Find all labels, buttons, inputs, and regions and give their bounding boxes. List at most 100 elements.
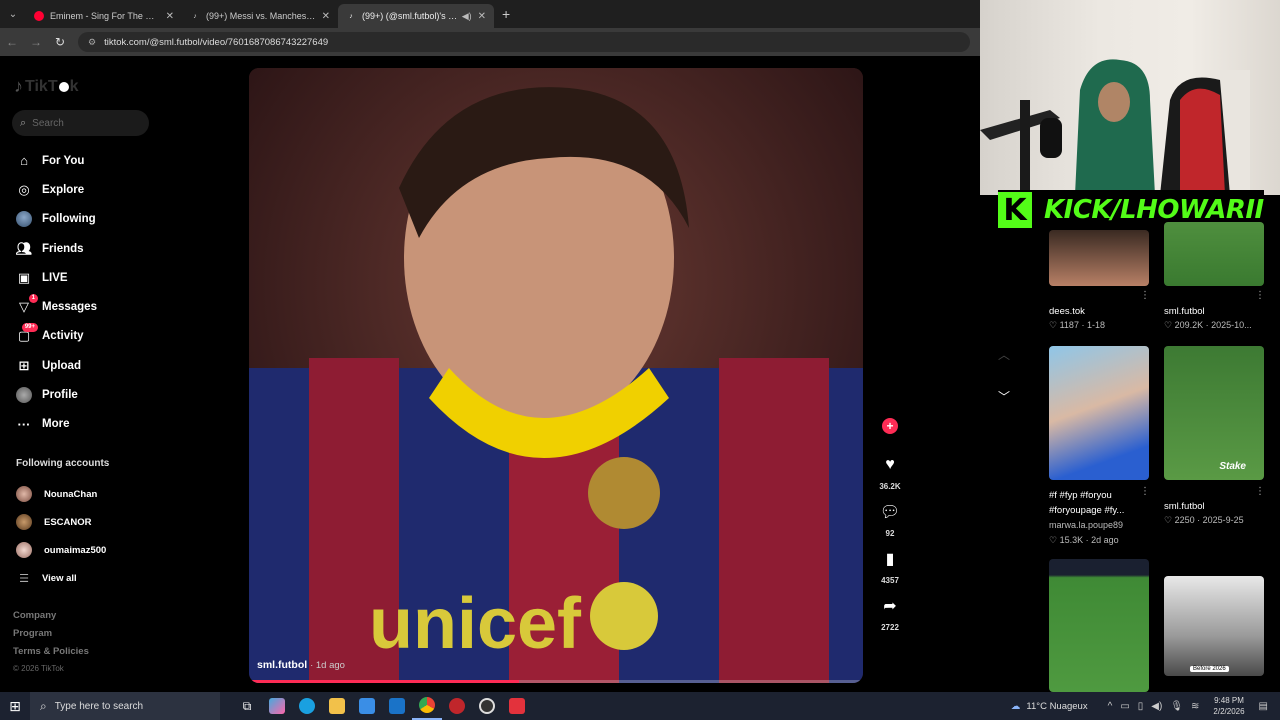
file-explorer-icon[interactable] <box>322 692 352 720</box>
copilot-icon[interactable] <box>262 692 292 720</box>
rec-thumbnail[interactable] <box>1049 559 1149 692</box>
site-info-icon[interactable]: ⚙ <box>88 37 96 48</box>
video-caption[interactable]: sml.futbol · 1d ago <box>257 659 345 671</box>
network-icon[interactable]: ▭ <box>1120 701 1129 712</box>
rec-title: #f #fyp #foryou #foryoupage #fy... <box>1049 490 1125 516</box>
outlook-icon[interactable] <box>382 692 412 720</box>
nav-activity[interactable]: ▢ 99+ Activity <box>14 322 97 351</box>
youtube-icon <box>34 11 44 21</box>
rec-thumbnail[interactable] <box>1164 222 1264 286</box>
nav-following[interactable]: Following <box>14 205 97 234</box>
rec-title: dees.tok <box>1049 306 1085 317</box>
nav-for-you[interactable]: ⌂ For You <box>14 146 97 175</box>
video-author[interactable]: sml.futbol <box>257 659 307 671</box>
footer-link-company[interactable]: Company <box>13 610 89 628</box>
nav-more[interactable]: ··· More <box>14 410 97 439</box>
battery-icon[interactable]: ▯ <box>1138 701 1144 712</box>
view-all-link[interactable]: ☰ View all <box>16 564 106 592</box>
heart-icon: ♡ <box>1164 320 1173 330</box>
rec-thumbnail[interactable]: Stake <box>1164 346 1264 480</box>
reload-icon[interactable]: ↻ <box>48 35 72 49</box>
more-options-icon[interactable]: ⋮ <box>1255 290 1265 301</box>
chrome-icon[interactable] <box>412 692 442 720</box>
close-icon[interactable]: ✕ <box>166 11 174 22</box>
heart-icon: ♡ <box>1164 515 1173 525</box>
rec-thumbnail[interactable] <box>1049 230 1149 286</box>
rec-item-meta[interactable]: dees.tok ♡ 1187 · 1-18 <box>1049 306 1105 331</box>
footer-link-program[interactable]: Program <box>13 628 89 646</box>
speaker-icon[interactable]: ◀) <box>462 11 472 22</box>
account-item[interactable]: NounaChan <box>16 480 106 508</box>
nav-friends[interactable]: 👥︎ Friends <box>14 234 97 263</box>
like-button[interactable]: ♥ 36.2K <box>872 452 908 491</box>
home-icon: ⌂ <box>20 153 28 169</box>
comment-button[interactable]: 💬︎ 92 <box>872 499 908 538</box>
rec-item-meta[interactable]: sml.futbol ♡ 2250 · 2025-9-25 <box>1164 501 1244 526</box>
wifi-icon[interactable]: ≋ <box>1191 701 1199 712</box>
nav-profile[interactable]: Profile <box>14 380 97 409</box>
save-button[interactable]: ▮ 4357 <box>872 546 908 585</box>
back-icon[interactable]: ← <box>0 35 24 49</box>
search-icon: ⌕ <box>40 698 47 713</box>
nav-label: Explore <box>42 183 85 196</box>
tab-title: (99+) Messi vs. Manchester City <box>206 11 316 21</box>
microphone-icon[interactable]: 🎙︎ <box>1170 701 1183 712</box>
weather-widget[interactable]: ☁ 11°C Nuageux <box>1011 701 1088 712</box>
video-progress-bar[interactable] <box>249 680 863 683</box>
kick-handle: KICK/LHOWARII <box>1044 195 1264 225</box>
forward-icon[interactable]: → <box>24 35 48 49</box>
search-input[interactable]: ⌕ Search <box>12 110 149 136</box>
rec-item-meta[interactable]: #f #fyp #foryou #foryoupage #fy... marwa… <box>1049 488 1144 548</box>
share-button[interactable]: ➦ 2722 <box>872 593 908 632</box>
new-tab-button[interactable]: + <box>502 6 510 22</box>
avatar <box>16 542 32 558</box>
close-icon[interactable]: ✕ <box>478 11 486 22</box>
previous-video-chevron-up-icon[interactable]: ︿ <box>998 346 1010 363</box>
clock[interactable]: 9:48 PM 2/2/2026 <box>1213 695 1244 717</box>
rec-thumbnail[interactable] <box>1049 346 1149 480</box>
store-icon[interactable] <box>352 692 382 720</box>
nav-upload[interactable]: ⊞ Upload <box>14 351 97 380</box>
rec-likes: 209.2K <box>1174 320 1204 330</box>
cloud-icon: ☁ <box>1010 700 1021 712</box>
rec-likes: 15.3K <box>1059 535 1084 545</box>
nav-label: More <box>42 418 70 431</box>
account-item[interactable]: oumaimaz500 <box>16 536 106 564</box>
taskbar-apps: ⧉ <box>232 692 532 720</box>
account-item[interactable]: ESCANOR <box>16 508 106 536</box>
nav-messages[interactable]: ▽ 1 Messages <box>14 292 97 321</box>
tiktok-logo[interactable]: ♪ TikT k <box>14 76 79 97</box>
more-options-icon[interactable]: ⋮ <box>1140 290 1150 301</box>
app-icon-red[interactable] <box>442 692 472 720</box>
windows-start-icon[interactable]: ⊞ <box>0 698 30 715</box>
follow-plus-icon[interactable]: + <box>882 418 898 434</box>
rec-item-meta[interactable]: sml.futbol ♡ 209.2K · 2025-10... <box>1164 306 1252 331</box>
tiktok-note-icon: ♪ <box>14 76 23 96</box>
comment-icon: 💬︎ <box>879 504 901 521</box>
more-icon: ··· <box>17 416 31 432</box>
task-view-icon[interactable]: ⧉ <box>232 692 262 720</box>
recorder-icon[interactable] <box>502 692 532 720</box>
browser-tab-active[interactable]: ♪ (99+) (@sml.futbol)'s video ◀) ✕ <box>338 4 494 28</box>
address-bar[interactable]: ⚙ tiktok.com/@sml.futbol/video/760168708… <box>78 32 970 52</box>
nav-live[interactable]: ▣ LIVE <box>14 263 97 292</box>
browser-tab[interactable]: ♪ (99+) Messi vs. Manchester City ✕ <box>182 4 338 28</box>
edge-icon[interactable] <box>292 692 322 720</box>
rec-thumbnail[interactable]: Before 2026 <box>1164 576 1264 676</box>
close-icon[interactable]: ✕ <box>322 11 330 22</box>
video-player[interactable]: unicef sml.futbol · 1d ago <box>249 68 863 683</box>
profile-icon <box>14 386 34 404</box>
tab-search-dropdown[interactable]: ⌄ <box>0 0 26 28</box>
taskbar-search-input[interactable]: ⌕ Type here to search <box>30 692 220 720</box>
view-all-label: View all <box>42 572 77 584</box>
notifications-icon[interactable]: ▤ <box>1259 701 1268 712</box>
obs-icon[interactable] <box>472 692 502 720</box>
notification-badge: 1 <box>28 294 38 304</box>
next-video-chevron-down-icon[interactable]: ﹀ <box>998 388 1010 405</box>
browser-tab[interactable]: Eminem - Sing For The Moment ✕ <box>26 4 182 28</box>
footer-link-terms[interactable]: Terms & Policies <box>13 646 89 664</box>
volume-icon[interactable]: ◀) <box>1151 701 1162 712</box>
nav-explore[interactable]: ◎ Explore <box>14 175 97 204</box>
more-options-icon[interactable]: ⋮ <box>1255 486 1265 497</box>
chevron-up-icon[interactable]: ^ <box>1108 701 1113 712</box>
